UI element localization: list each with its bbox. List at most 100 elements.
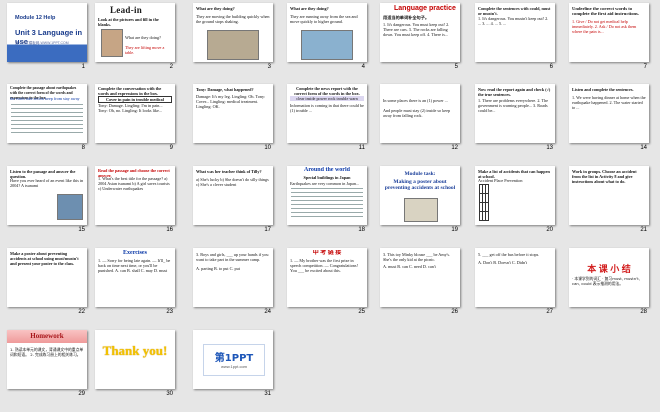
slide-10-thumbnail[interactable]: Tony: Damage, what happened? Damage: It'… — [193, 84, 273, 143]
slide-10-body: Damage: It's my leg. Lingling: Oh. Tony:… — [196, 94, 266, 109]
slide-20-thumbnail[interactable]: Make a list of accidents that can happen… — [475, 166, 555, 225]
slide-15-number: 15 — [78, 227, 85, 233]
slide-2-question: What are they doing? — [125, 35, 161, 40]
slide-25-thumbnail[interactable]: 中 考 链 接 1. — My brother was the first pr… — [287, 248, 367, 307]
slide-19-thumbnail[interactable]: Module task: Making a poster about preve… — [380, 166, 460, 225]
slide-25[interactable]: 中 考 链 接 1. — My brother was the first pr… — [287, 248, 367, 330]
slide-10[interactable]: Tony: Damage, what happened? Damage: It'… — [193, 84, 273, 166]
slide-13-title: Now read the report again and check (√) … — [478, 87, 551, 97]
slide-7-title: Underline the correct words to complete … — [572, 6, 639, 16]
slide-21-title: Work in groups. Choose an accident from … — [572, 169, 637, 184]
slide-22-title: Make a poster about preventing accidents… — [10, 251, 79, 266]
slide-4-thumbnail[interactable]: What are they doing? They are running aw… — [287, 3, 367, 62]
slide-21[interactable]: Work in groups. Choose an accident from … — [569, 166, 649, 248]
slide-27[interactable]: 5. ___ get off the bus before it stops. … — [475, 248, 555, 330]
slide-3-thumbnail[interactable]: What are they doing? They are moving the… — [193, 3, 273, 62]
slide-9[interactable]: Complete the conversation with the words… — [95, 84, 175, 166]
slide-14-thumbnail[interactable]: Listen and complete the sentences. 1. We… — [569, 84, 649, 143]
slide-25-body: 1. — My brother was the first prize in s… — [290, 258, 358, 273]
slide-9-thumbnail[interactable]: Complete the conversation with the words… — [95, 84, 175, 143]
slide-11-title: Complete the news report with the correc… — [294, 86, 360, 96]
slide-11-thumbnail[interactable]: Complete the news report with the correc… — [287, 84, 367, 143]
slide-23-body: 1. — Sorry for being late again. — It'll… — [98, 258, 171, 273]
slide-7[interactable]: Underline the correct words to complete … — [569, 3, 649, 85]
slide-31[interactable]: 第1PPT www.1ppt.com 31 — [193, 330, 273, 412]
slide-18[interactable]: Around the world Special buildings in Ja… — [287, 166, 367, 248]
slide-13[interactable]: Now read the report again and check (√) … — [475, 84, 555, 166]
slide-13-number: 13 — [546, 145, 553, 151]
slide-4-number: 4 — [361, 64, 365, 70]
slide-2-thumbnail[interactable]: Lead-in Look at the pictures and fill in… — [95, 3, 175, 62]
slide-24-thumbnail[interactable]: 3. Boys and girls, ___ up your hands if … — [193, 248, 273, 307]
slide-4[interactable]: What are they doing? They are running aw… — [287, 3, 367, 85]
slide-18-thumbnail[interactable]: Around the world Special buildings in Ja… — [287, 166, 367, 225]
slide-16[interactable]: Read the passage and choose the correct … — [95, 166, 175, 248]
slide-7-thumbnail[interactable]: Underline the correct words to complete … — [569, 3, 649, 62]
slide-26-options: A. must B. can C. need D. can't — [383, 264, 436, 269]
slide-5-number: 5 — [454, 64, 458, 70]
slide-23[interactable]: Exercises 1. — Sorry for being late agai… — [95, 248, 175, 330]
slide-23-thumbnail[interactable]: Exercises 1. — Sorry for being late agai… — [95, 248, 175, 307]
slide-19-title: Module task: — [404, 171, 436, 177]
slide-8-number: 8 — [81, 145, 85, 151]
slide-17[interactable]: What was her teacher think of Tilly? a) … — [193, 166, 273, 248]
slide-28-thumbnail[interactable]: 本 课 小 结 · 本课学到的词汇 · 复习must, mustn't, can… — [569, 248, 649, 307]
slide-8-thumbnail[interactable]: Complete the passage about earthquakes w… — [7, 84, 87, 143]
slide-28-title: 本 课 小 结 — [587, 264, 631, 274]
slide-1-thumbnail[interactable]: Module 12 Help Unit 3 Language in use 第一… — [7, 3, 87, 62]
slide-24[interactable]: 3. Boys and girls, ___ up your hands if … — [193, 248, 273, 330]
slide-25-number: 25 — [358, 309, 365, 315]
slide-26-thumbnail[interactable]: 3. This toy Minky blouse ___ be Amy's. S… — [380, 248, 460, 307]
slide-30-thumbnail[interactable]: Thank you! — [95, 330, 175, 389]
slide-31-thumbnail[interactable]: 第1PPT www.1ppt.com — [193, 330, 273, 389]
slide-26[interactable]: 3. This toy Minky blouse ___ be Amy's. S… — [380, 248, 460, 330]
slide-17-number: 17 — [264, 227, 271, 233]
slide-19[interactable]: Module task: Making a poster about preve… — [380, 166, 460, 248]
slide-15-thumbnail[interactable]: Listen to the passage and answer the que… — [7, 166, 87, 225]
slide-27-question: 5. ___ get off the bus before it stops. — [478, 252, 540, 257]
slide-28[interactable]: 本 课 小 结 · 本课学到的词汇 · 复习must, mustn't, can… — [569, 248, 649, 330]
slide-30[interactable]: Thank you! 30 — [95, 330, 175, 412]
slide-17-title: What was her teacher think of Tilly? — [196, 169, 262, 174]
slide-1-url: 第一PPT模板网-WWW.1PPT.COM — [15, 41, 69, 45]
slide-20[interactable]: Make a list of accidents that can happen… — [475, 166, 555, 248]
slide-18-body: Earthquakes are very common in Japan... — [290, 181, 360, 186]
slide-2-instruction: Look at the pictures and fill in the bla… — [98, 17, 159, 27]
slide-5[interactable]: Language practice 用适当的单词补全句子。 1. It's da… — [380, 3, 460, 85]
slide-12[interactable]: In some places there is an (1) power ...… — [380, 84, 460, 166]
slide-12-number: 12 — [451, 145, 458, 151]
slide-26-question: 3. This toy Minky blouse ___ be Amy's. S… — [383, 252, 451, 262]
slide-21-thumbnail[interactable]: Work in groups. Choose an accident from … — [569, 166, 649, 225]
slide-6-thumbnail[interactable]: Complete the sentences with could, must … — [475, 3, 555, 62]
slide-12-thumbnail[interactable]: In some places there is an (1) power ...… — [380, 84, 460, 143]
slide-29-thumbnail[interactable]: Homework 1. 熟读本单元的课文，背诵课文中的重点单词和短语。 2. 完… — [7, 330, 87, 389]
slide-8[interactable]: Complete the passage about earthquakes w… — [7, 84, 87, 166]
slide-11-number: 11 — [358, 145, 365, 151]
slide-1-number: 1 — [81, 64, 85, 70]
slide-29[interactable]: Homework 1. 熟读本单元的课文，背诵课文中的重点单词和短语。 2. 完… — [7, 330, 87, 412]
slide-9-wordbox: Cover in pain in trouble medical — [98, 96, 172, 103]
slide-6[interactable]: Complete the sentences with could, must … — [475, 3, 555, 85]
slide-22[interactable]: Make a poster about preventing accidents… — [7, 248, 87, 330]
slide-1[interactable]: Module 12 Help Unit 3 Language in use 第一… — [7, 3, 87, 85]
slide-29-number: 29 — [78, 391, 85, 397]
slide-15[interactable]: Listen to the passage and answer the que… — [7, 166, 87, 248]
slide-28-body: · 本课学到的词汇 · 复习must, mustn't, can, could … — [572, 276, 640, 286]
slide-17-thumbnail[interactable]: What was her teacher think of Tilly? a) … — [193, 166, 273, 225]
slide-14[interactable]: Listen and complete the sentences. 1. We… — [569, 84, 649, 166]
slide-13-thumbnail[interactable]: Now read the report again and check (√) … — [475, 84, 555, 143]
slide-2-image — [101, 29, 123, 57]
slide-2[interactable]: Lead-in Look at the pictures and fill in… — [95, 3, 175, 85]
slide-18-title: Around the world — [304, 167, 350, 173]
slide-5-body: 1. It's dangerous. You must keep out! 2.… — [383, 22, 450, 37]
slide-7-body: 1. Give / Do not get medical help immedi… — [572, 19, 637, 34]
slide-23-number: 23 — [166, 309, 173, 315]
slide-16-thumbnail[interactable]: Read the passage and choose the correct … — [95, 166, 175, 225]
slide-27-thumbnail[interactable]: 5. ___ get off the bus before it stops. … — [475, 248, 555, 307]
slide-3[interactable]: What are they doing? They are moving the… — [193, 3, 273, 85]
slide-11[interactable]: Complete the news report with the correc… — [287, 84, 367, 166]
slide-2-answer: They are lifting move a table. — [125, 45, 165, 55]
slide-3-image — [207, 30, 259, 60]
slide-22-thumbnail[interactable]: Make a poster about preventing accidents… — [7, 248, 87, 307]
slide-5-thumbnail[interactable]: Language practice 用适当的单词补全句子。 1. It's da… — [380, 3, 460, 62]
